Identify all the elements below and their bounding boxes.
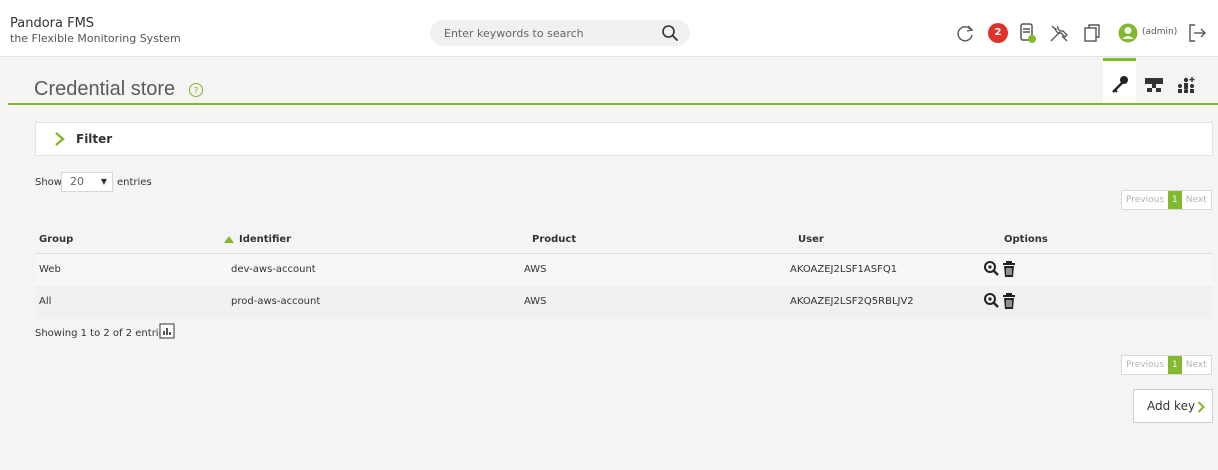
pager-previous[interactable]: Previous — [1122, 191, 1168, 209]
search-box — [430, 20, 690, 46]
refresh-icon[interactable] — [954, 22, 976, 44]
title-divider — [8, 103, 1218, 105]
brand-subtitle: the Flexible Monitoring System — [10, 32, 181, 45]
column-group[interactable]: Group — [39, 234, 73, 245]
filter-panel[interactable]: Filter — [35, 122, 1213, 156]
column-identifier[interactable]: Identifier — [239, 234, 291, 245]
sort-ascending-icon[interactable] — [224, 236, 234, 243]
search-input[interactable] — [430, 20, 650, 46]
filter-label: Filter — [76, 132, 113, 146]
network-icon[interactable] — [1143, 74, 1165, 96]
table-row: Web dev-aws-account AWS AKOAZEJ2LSF1ASFQ… — [35, 254, 1213, 286]
pagination-bottom: Previous 1 Next — [1121, 355, 1212, 375]
tools-icon[interactable] — [1048, 22, 1070, 44]
cell-identifier: prod-aws-account — [231, 296, 321, 307]
pager-next[interactable]: Next — [1182, 191, 1211, 209]
add-key-label: Add key — [1147, 399, 1196, 413]
copy-icon[interactable] — [1081, 22, 1103, 44]
add-key-button[interactable]: Add key — [1133, 389, 1213, 423]
credentials-table: Group Identifier Product User Options We… — [35, 226, 1213, 318]
caret-down-icon: ▼ — [100, 177, 107, 186]
users-icon[interactable] — [1175, 74, 1197, 96]
cell-product: AWS — [524, 264, 547, 275]
cell-group: All — [39, 296, 52, 307]
entries-label: entries — [117, 177, 152, 188]
magnifier-icon[interactable] — [983, 260, 999, 278]
chevron-right-icon — [1197, 401, 1205, 413]
brand-title: Pandora FMS — [10, 16, 95, 31]
user-avatar-icon[interactable] — [1117, 22, 1139, 44]
table-header: Group Identifier Product User Options — [35, 226, 1213, 254]
column-options: Options — [1004, 234, 1048, 245]
pager-current[interactable]: 1 — [1168, 356, 1182, 374]
cell-group: Web — [39, 264, 61, 275]
cell-user: AKOAZEJ2LSF1ASFQ1 — [790, 264, 898, 275]
chevron-right-icon — [55, 132, 65, 146]
column-user[interactable]: User — [798, 234, 824, 245]
cell-user: AKOAZEJ2LSF2Q5RBLJV2 — [790, 296, 914, 307]
magnifier-icon[interactable] — [983, 292, 999, 310]
user-label[interactable]: (admin) — [1142, 27, 1177, 37]
table-row: All prod-aws-account AWS AKOAZEJ2LSF2Q5R… — [35, 286, 1213, 318]
cell-identifier: dev-aws-account — [231, 264, 316, 275]
showing-entries-text: Showing 1 to 2 of 2 entries — [35, 328, 170, 339]
svg-text:?: ? — [194, 87, 199, 97]
help-icon[interactable]: ? — [188, 82, 204, 98]
pager-current[interactable]: 1 — [1168, 191, 1182, 209]
search-icon[interactable] — [660, 23, 680, 43]
notification-badge[interactable]: 2 — [988, 23, 1008, 43]
entries-select[interactable]: 20 ▼ — [61, 172, 113, 192]
pager-previous[interactable]: Previous — [1122, 356, 1168, 374]
trash-icon[interactable] — [1001, 292, 1017, 310]
entries-value: 20 — [70, 175, 84, 188]
logout-icon[interactable] — [1186, 22, 1208, 44]
show-label: Show — [35, 177, 62, 188]
trash-icon[interactable] — [1001, 260, 1017, 278]
pager-next[interactable]: Next — [1182, 356, 1211, 374]
database-icon[interactable] — [1016, 22, 1038, 44]
column-product[interactable]: Product — [532, 234, 576, 245]
csv-export-icon[interactable] — [159, 323, 175, 339]
key-icon[interactable] — [1109, 74, 1131, 96]
pagination-top: Previous 1 Next — [1121, 190, 1212, 210]
cell-product: AWS — [524, 296, 547, 307]
top-bar: Pandora FMS the Flexible Monitoring Syst… — [0, 0, 1218, 57]
page-title: Credential store — [34, 78, 176, 100]
